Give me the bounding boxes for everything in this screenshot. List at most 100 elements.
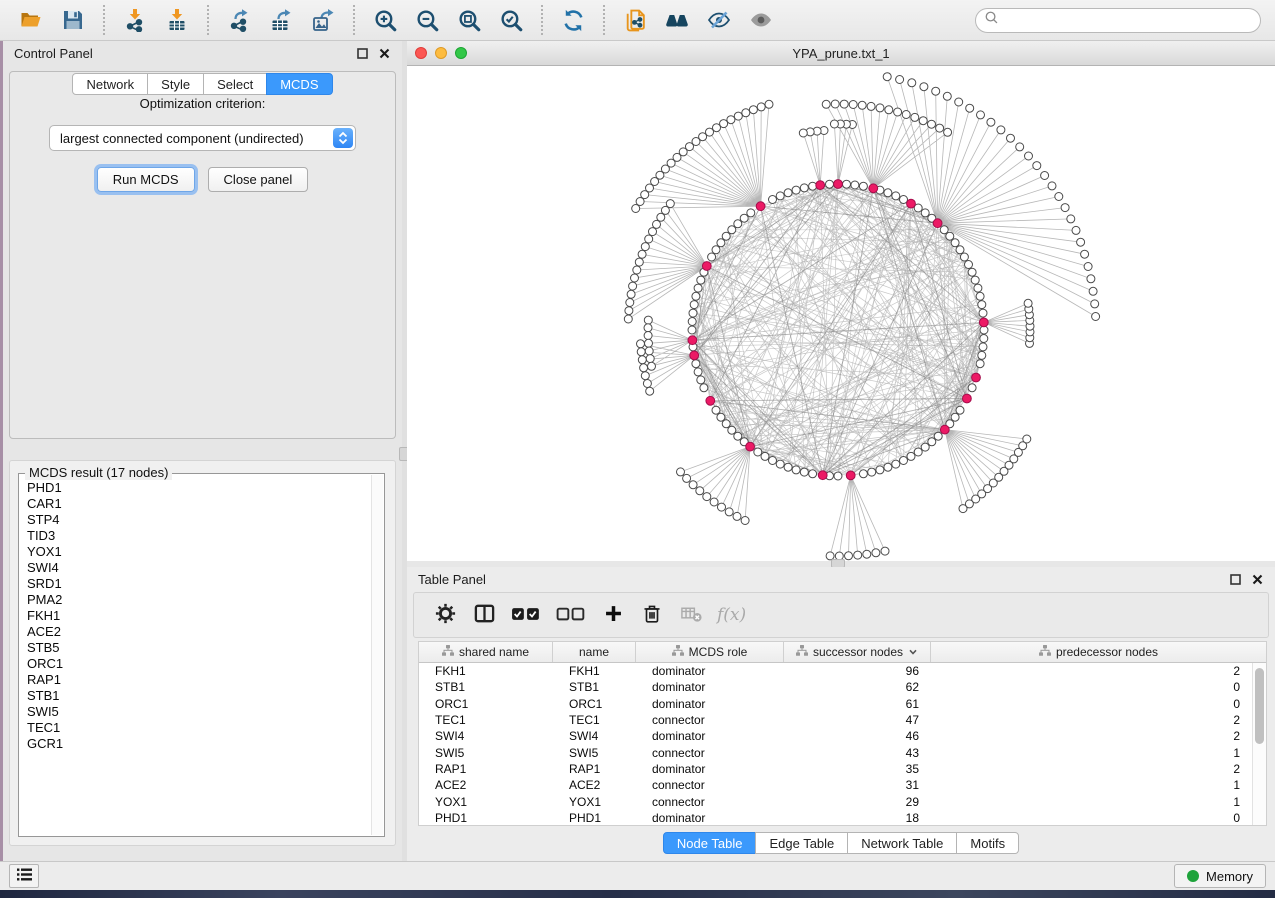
- zoom-in-icon: [373, 8, 398, 33]
- export-image-button[interactable]: [305, 4, 341, 36]
- result-scrollbar[interactable]: [371, 475, 383, 835]
- result-node-item[interactable]: STB5: [27, 640, 370, 656]
- result-node-item[interactable]: TEC1: [27, 720, 370, 736]
- criterion-select[interactable]: largest connected component (undirected): [49, 125, 356, 151]
- run-mcds-button[interactable]: Run MCDS: [97, 167, 195, 192]
- result-node-item[interactable]: GCR1: [27, 736, 370, 752]
- cell-shared-name: ORC1: [419, 697, 553, 711]
- column-header-name[interactable]: name: [553, 642, 636, 662]
- network-window-titlebar[interactable]: YPA_prune.txt_1: [407, 41, 1275, 66]
- control-panel-tabs: NetworkStyleSelectMCDS: [3, 73, 402, 95]
- copy-network-button[interactable]: [617, 4, 653, 36]
- delete-column-button[interactable]: [635, 598, 669, 632]
- tab-node-table[interactable]: Node Table: [663, 832, 757, 854]
- table-row[interactable]: ACE2ACE2connector311: [419, 777, 1252, 793]
- search-network-button[interactable]: [659, 4, 695, 36]
- save-session-button[interactable]: [55, 4, 91, 36]
- tab-edge-table[interactable]: Edge Table: [755, 832, 848, 854]
- export-network-icon: [227, 8, 251, 32]
- column-header-predecessor-nodes[interactable]: predecessor nodes: [931, 642, 1266, 662]
- attribute-tree-icon: [796, 645, 808, 659]
- table-row[interactable]: TEC1TEC1connector472: [419, 712, 1252, 728]
- table-row[interactable]: SWI5SWI5connector431: [419, 744, 1252, 760]
- export-table-button[interactable]: [263, 4, 299, 36]
- cell-shared-name: SWI4: [419, 729, 553, 743]
- result-node-item[interactable]: SRD1: [27, 576, 370, 592]
- cell-name: ACE2: [553, 778, 636, 792]
- table-scrollbar[interactable]: [1252, 663, 1266, 825]
- search-input[interactable]: [999, 13, 1252, 27]
- close-panel-button[interactable]: Close panel: [208, 167, 309, 192]
- column-header-mcds-role[interactable]: MCDS role: [636, 642, 784, 662]
- zoom-selected-button[interactable]: [493, 4, 529, 36]
- zoom-fit-button[interactable]: [451, 4, 487, 36]
- column-header-shared-name[interactable]: shared name: [419, 642, 553, 662]
- table-row[interactable]: RAP1RAP1dominator352: [419, 761, 1252, 777]
- open-file-button[interactable]: [13, 4, 49, 36]
- delete-table-button[interactable]: [674, 598, 708, 632]
- maximize-window-icon[interactable]: [455, 47, 467, 59]
- select-all-button[interactable]: [506, 598, 546, 632]
- scrollbar-thumb[interactable]: [1255, 668, 1264, 744]
- refresh-view-button[interactable]: [555, 4, 591, 36]
- tab-motifs[interactable]: Motifs: [956, 832, 1019, 854]
- result-node-item[interactable]: TID3: [27, 528, 370, 544]
- result-node-item[interactable]: SWI4: [27, 560, 370, 576]
- result-node-item[interactable]: PHD1: [27, 480, 370, 496]
- tab-network-table[interactable]: Network Table: [847, 832, 957, 854]
- cell-mcds-role: dominator: [636, 664, 784, 678]
- cell-mcds-role: dominator: [636, 762, 784, 776]
- show-columns-button[interactable]: [467, 598, 501, 632]
- eye-slash-icon: [706, 8, 732, 32]
- tab-select[interactable]: Select: [203, 73, 267, 95]
- table-body[interactable]: FKH1FKH1dominator962STB1STB1dominator620…: [419, 663, 1252, 825]
- network-canvas[interactable]: [407, 66, 1275, 561]
- result-node-item[interactable]: PMA2: [27, 592, 370, 608]
- table-row[interactable]: SWI4SWI4dominator462: [419, 728, 1252, 744]
- table-row[interactable]: FKH1FKH1dominator962: [419, 663, 1252, 679]
- float-panel-icon[interactable]: [354, 45, 370, 61]
- function-builder-label[interactable]: f(x): [717, 605, 746, 625]
- import-network-button[interactable]: [117, 4, 153, 36]
- result-node-item[interactable]: CAR1: [27, 496, 370, 512]
- close-panel-icon[interactable]: [376, 45, 392, 61]
- table-row[interactable]: PHD1PHD1dominator180: [419, 810, 1252, 825]
- result-node-item[interactable]: ACE2: [27, 624, 370, 640]
- mcds-result-list[interactable]: PHD1CAR1STP4TID3YOX1SWI4SRD1PMA2FKH1ACE2…: [20, 478, 370, 835]
- table-row[interactable]: STB1STB1dominator620: [419, 679, 1252, 695]
- cell-mcds-role: connector: [636, 778, 784, 792]
- deselect-all-button[interactable]: [551, 598, 591, 632]
- tab-network[interactable]: Network: [72, 73, 148, 95]
- result-node-item[interactable]: STP4: [27, 512, 370, 528]
- column-header-successor-nodes[interactable]: successor nodes: [784, 642, 931, 662]
- add-column-button[interactable]: [596, 598, 630, 632]
- cell-successor-nodes: 61: [784, 697, 931, 711]
- table-row[interactable]: YOX1YOX1connector291: [419, 793, 1252, 809]
- close-panel-icon[interactable]: [1249, 571, 1265, 587]
- result-node-item[interactable]: SWI5: [27, 704, 370, 720]
- float-panel-icon[interactable]: [1227, 571, 1243, 587]
- close-window-icon[interactable]: [415, 47, 427, 59]
- network-graph[interactable]: [407, 66, 1273, 561]
- export-network-button[interactable]: [221, 4, 257, 36]
- task-history-button[interactable]: [9, 864, 39, 888]
- zoom-in-button[interactable]: [367, 4, 403, 36]
- result-node-item[interactable]: YOX1: [27, 544, 370, 560]
- result-node-item[interactable]: STB1: [27, 688, 370, 704]
- tab-style[interactable]: Style: [147, 73, 204, 95]
- minimize-window-icon[interactable]: [435, 47, 447, 59]
- table-row[interactable]: ORC1ORC1dominator610: [419, 696, 1252, 712]
- zoom-fit-icon: [457, 8, 482, 33]
- zoom-out-button[interactable]: [409, 4, 445, 36]
- result-node-item[interactable]: RAP1: [27, 672, 370, 688]
- import-table-button[interactable]: [159, 4, 195, 36]
- memory-button[interactable]: Memory: [1174, 864, 1266, 888]
- show-all-button[interactable]: [743, 4, 779, 36]
- plus-icon: [603, 603, 624, 627]
- result-node-item[interactable]: FKH1: [27, 608, 370, 624]
- hide-selected-button[interactable]: [701, 4, 737, 36]
- table-options-button[interactable]: [428, 598, 462, 632]
- import-table-icon: [165, 8, 189, 32]
- tab-mcds[interactable]: MCDS: [266, 73, 332, 95]
- result-node-item[interactable]: ORC1: [27, 656, 370, 672]
